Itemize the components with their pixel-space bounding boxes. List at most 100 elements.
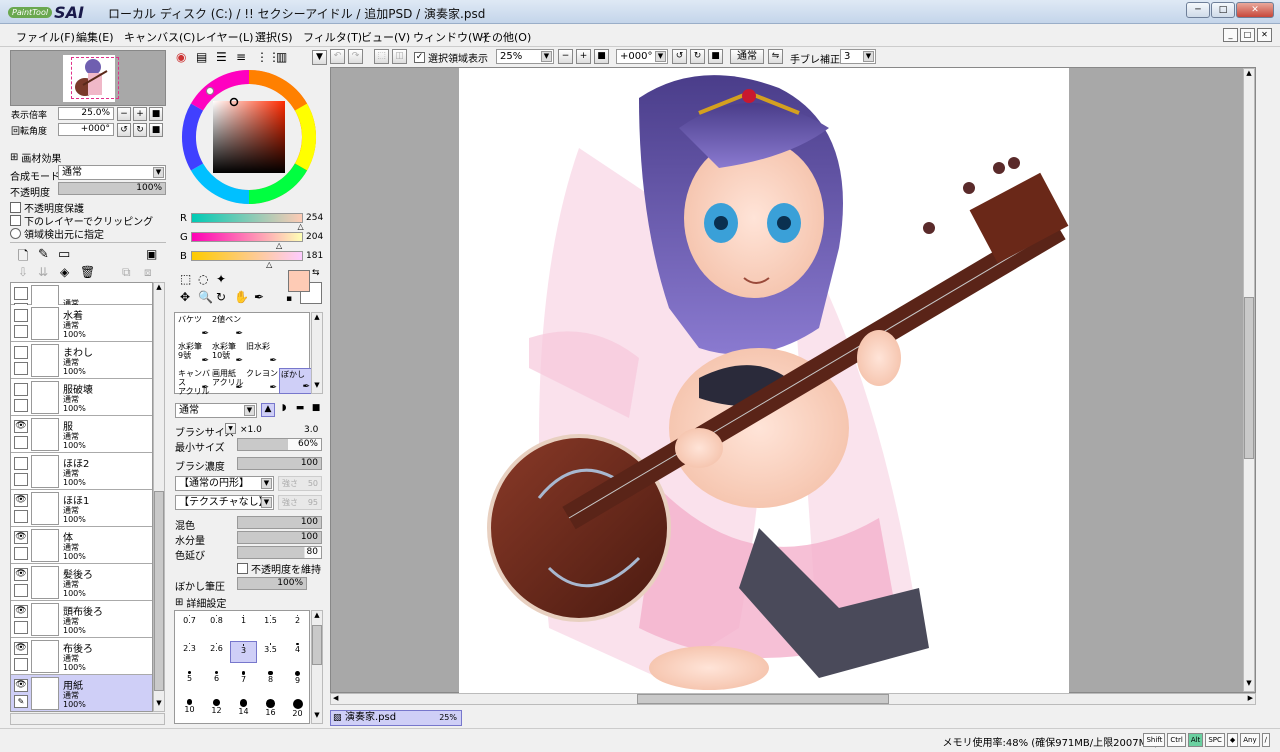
- navigator-preview[interactable]: [10, 50, 166, 106]
- zoom-reset-button[interactable]: ■: [149, 107, 163, 121]
- rotation-value[interactable]: +000°: [58, 123, 114, 136]
- mdi-minimize-button[interactable]: _: [1223, 28, 1238, 42]
- brush-shape-strength[interactable]: 強さ 50: [278, 476, 322, 491]
- brush-shape-square-icon[interactable]: ■: [309, 403, 323, 417]
- layer-lock-box[interactable]: [14, 362, 28, 375]
- eyedropper-icon[interactable]: ✒: [254, 290, 264, 304]
- rotate-right-button[interactable]: ↻: [133, 123, 147, 137]
- canvas-zoom-reset-button[interactable]: ■: [594, 49, 609, 64]
- tool-cell[interactable]: 水彩筆 10號 ✒: [211, 341, 245, 367]
- merge-down-icon[interactable]: ⇊: [38, 265, 48, 279]
- brush-size-cell[interactable]: 1: [230, 613, 257, 635]
- canvas-paper[interactable]: [459, 68, 1069, 694]
- rotate-tool-icon[interactable]: ↻: [216, 290, 226, 304]
- lasso-icon[interactable]: ◌: [198, 272, 208, 286]
- brush-density-slider[interactable]: 100: [237, 457, 322, 470]
- layer-lock-box[interactable]: [14, 325, 28, 338]
- mdi-close-button[interactable]: ✕: [1257, 28, 1272, 42]
- close-button[interactable]: ✕: [1236, 2, 1274, 18]
- undo-button[interactable]: ↶: [330, 49, 345, 64]
- brush-shape-flat-icon[interactable]: ▬: [293, 403, 307, 417]
- brush-size-value[interactable]: 3.0: [304, 425, 318, 435]
- hidden-eye-icon[interactable]: [14, 309, 28, 322]
- hsv-slider-tab-icon[interactable]: ☰: [216, 50, 227, 64]
- brush-size-cell[interactable]: 2: [284, 613, 311, 635]
- mix-slider[interactable]: 100: [237, 516, 322, 529]
- canvas-rotation-select[interactable]: +000° ▼: [616, 49, 668, 64]
- tool-cell[interactable]: 水彩筆 9號 ✒: [177, 341, 211, 367]
- brush-shape-select[interactable]: 【通常の円形】 ▼: [175, 476, 274, 491]
- layer-lock-box[interactable]: [14, 658, 28, 671]
- eye-icon[interactable]: 👁: [14, 494, 28, 507]
- brush-size-grid[interactable]: 0.7 0.8 1 1.5 2 2.3 2.6 3 3.5 4 5 6 7 8 9 10 12 14 16 20: [174, 610, 310, 724]
- tool-cell[interactable]: 旧水彩 ✒: [245, 341, 279, 367]
- hand-tool-icon[interactable]: ✋: [234, 290, 249, 304]
- brush-size-cell[interactable]: 4: [284, 641, 311, 663]
- green-slider-marker[interactable]: △: [276, 241, 282, 250]
- new-folder-icon[interactable]: ▭: [58, 247, 70, 262]
- texture-effect-header[interactable]: ⊞ 画材効果: [10, 150, 61, 165]
- show-selection-checkbox[interactable]: ✓ 選択領域表示: [414, 50, 488, 65]
- brush-size-cell[interactable]: 9: [284, 669, 311, 691]
- clear-layer-icon[interactable]: ◈: [60, 265, 69, 279]
- layer-list-hscroll[interactable]: [10, 713, 165, 725]
- rgb-slider-tab-icon[interactable]: ▤: [196, 50, 207, 64]
- layer-row[interactable]: 通常 100%: [11, 283, 152, 318]
- palette-tab-icon[interactable]: ≡: [236, 50, 246, 64]
- brush-size-cell[interactable]: 1.5: [257, 613, 284, 635]
- min-size-slider[interactable]: 60%: [237, 438, 322, 451]
- blue-slider[interactable]: [191, 251, 303, 261]
- canvas-hscroll[interactable]: ◀ ▶: [330, 693, 1256, 705]
- brush-size-cell[interactable]: 7: [230, 669, 257, 691]
- layer-row[interactable]: 👁 布後ろ 通常 100%: [11, 638, 152, 675]
- tool-cell[interactable]: [245, 314, 279, 340]
- brush-size-cell[interactable]: 20: [284, 697, 311, 719]
- canvas-vscroll-thumb[interactable]: [1244, 297, 1254, 459]
- scroll-left-icon[interactable]: ◀: [333, 694, 338, 702]
- brush-size-scrollbar[interactable]: ▲ ▼: [311, 610, 323, 724]
- brush-shape-round-icon[interactable]: ◗: [277, 403, 291, 417]
- eye-icon[interactable]: 👁: [14, 642, 28, 655]
- keep-opacity-checkbox[interactable]: 不透明度を維持: [237, 561, 321, 576]
- opacity-slider[interactable]: 100%: [58, 182, 166, 195]
- zoom-tool-icon[interactable]: 🔍: [198, 290, 213, 304]
- eye-icon[interactable]: 👁: [14, 679, 28, 692]
- trash-icon[interactable]: 🗑: [80, 265, 95, 279]
- scroll-up-icon[interactable]: ▲: [1244, 69, 1254, 81]
- rotate-reset-button[interactable]: ■: [149, 123, 163, 137]
- brush-size-scroll-thumb[interactable]: [312, 625, 322, 665]
- transfer-down-icon[interactable]: ⇩: [18, 265, 28, 279]
- layer-row[interactable]: 👁 髪後ろ 通常 100%: [11, 564, 152, 601]
- tool-palette-scrollbar[interactable]: ▲ ▼: [311, 312, 323, 394]
- water-slider[interactable]: 100: [237, 531, 322, 544]
- hidden-eye-icon[interactable]: [14, 346, 28, 359]
- layer-row[interactable]: まわし 通常 100%: [11, 342, 152, 379]
- zoom-out-button[interactable]: −: [117, 107, 131, 121]
- brush-size-cell[interactable]: 2.3: [176, 641, 203, 663]
- pen-icon[interactable]: ✎: [14, 695, 28, 708]
- canvas-vscroll[interactable]: ▲ ▼: [1243, 68, 1255, 692]
- maximize-button[interactable]: □: [1211, 2, 1235, 18]
- canvas-zoom-select[interactable]: 25% ▼: [496, 49, 554, 64]
- scroll-up-icon[interactable]: ▲: [312, 313, 322, 325]
- flatten-icon[interactable]: ⧈: [144, 265, 152, 280]
- brush-size-cell[interactable]: 3: [230, 641, 257, 663]
- scroll-right-icon[interactable]: ▶: [1248, 694, 1253, 702]
- color-wheel[interactable]: [180, 68, 318, 206]
- detect-source-radio[interactable]: 領域検出元に指定: [10, 226, 104, 241]
- canvas-zoom-out-button[interactable]: −: [558, 49, 573, 64]
- red-slider-marker[interactable]: △: [298, 222, 304, 231]
- detail-settings-header[interactable]: ⊞ 詳細設定: [175, 595, 226, 610]
- layer-lock-box[interactable]: [14, 547, 28, 560]
- panel-menu-button[interactable]: ▼: [312, 50, 327, 65]
- brush-size-cell[interactable]: 10: [176, 697, 203, 719]
- tool-cell[interactable]: クレヨン ✒: [245, 368, 279, 394]
- blur-pressure-slider[interactable]: 100%: [237, 577, 307, 590]
- menu-layer[interactable]: レイヤー(L): [195, 29, 253, 45]
- layer-row[interactable]: 👁 頭布後ろ 通常 100%: [11, 601, 152, 638]
- eye-icon[interactable]: 👁: [14, 568, 28, 581]
- brush-size-cell[interactable]: 12: [203, 697, 230, 719]
- layer-list-scroll-thumb[interactable]: [154, 491, 164, 691]
- menu-window[interactable]: ウィンドウ(W): [413, 29, 487, 45]
- layer-lock-box[interactable]: [14, 584, 28, 597]
